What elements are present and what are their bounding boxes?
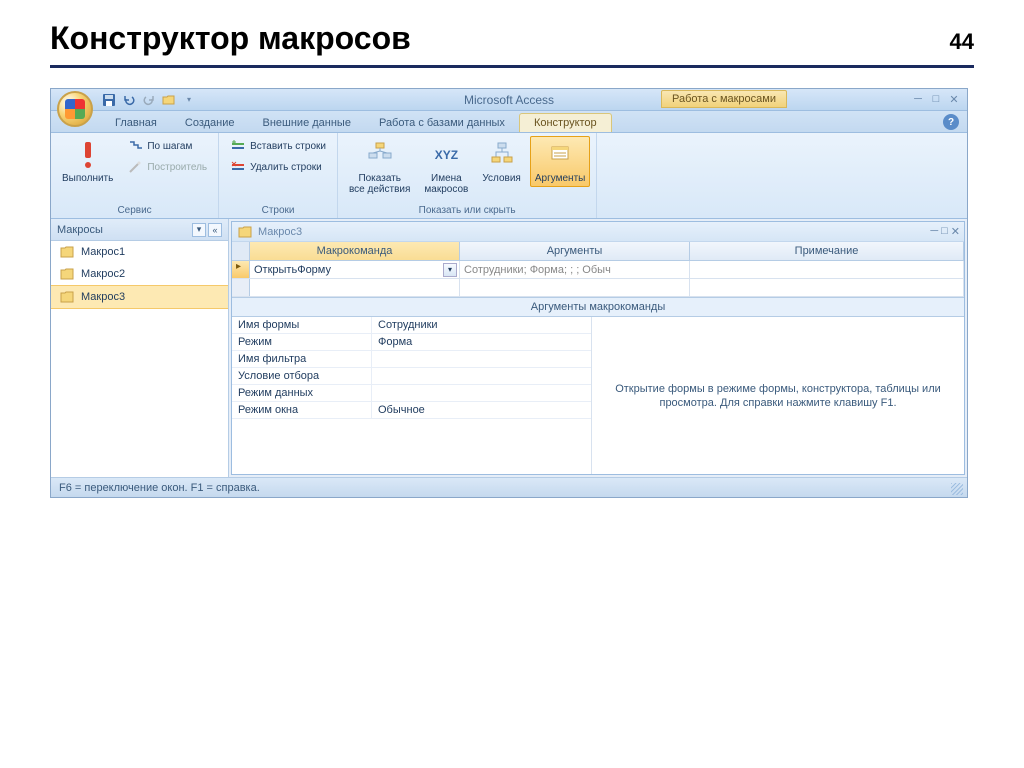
macro-icon [238,225,252,239]
slide-header: Конструктор макросов 44 [50,20,974,68]
ribbon: Выполнить По шагам Построитель Сервис [51,133,967,219]
arg-row: Режим окнаОбычное [232,402,591,419]
app-title: Microsoft Access [464,93,554,107]
help-button[interactable]: ? [943,114,959,130]
macro-names-button[interactable]: XYZ Имена макросов [419,136,473,198]
insert-rows-button[interactable]: Вставить строки [225,136,331,156]
nav-item-macro1[interactable]: Макрос1 [51,241,228,263]
macro-designer-window: Макрос3 ─ □ ✕ Макрокоманда Аргументы При… [231,221,965,475]
quick-access-toolbar: ▾ [101,92,197,108]
action-cell[interactable]: ОткрытьФорму ▾ [250,261,460,278]
comment-cell[interactable] [690,261,964,278]
builder-button[interactable]: Построитель [122,157,212,177]
nav-item-macro3[interactable]: Макрос3 [51,285,228,309]
arg-row: Имя формыСотрудники [232,317,591,334]
step-button[interactable]: По шагам [122,136,212,156]
grid-row-empty[interactable] [232,279,964,297]
tab-home[interactable]: Главная [101,114,171,132]
grid-header: Макрокоманда Аргументы Примечание [232,242,964,261]
group-service: Выполнить По шагам Построитель Сервис [51,133,219,218]
macro-icon [59,289,75,305]
args-body: Имя формыСотрудники РежимФорма Имя фильт… [232,317,964,474]
titlebar: ▾ Microsoft Access Работа с макросами ─ … [51,89,967,111]
navigation-pane: Макросы ▾ « Макрос1 Макрос2 [51,219,229,477]
doc-maximize-button[interactable]: □ [941,225,948,238]
col-arguments[interactable]: Аргументы [460,242,690,260]
resize-grip-icon[interactable] [951,483,963,495]
open-icon[interactable] [161,92,177,108]
doc-close-button[interactable]: ✕ [951,225,960,238]
args-section-title: Аргументы макрокоманды [232,297,964,317]
work-area: Макросы ▾ « Макрос1 Макрос2 [51,219,967,477]
statusbar: F6 = переключение окон. F1 = справка. [51,477,967,497]
qat-dropdown-icon[interactable]: ▾ [181,92,197,108]
show-all-actions-button[interactable]: Показать все действия [344,136,415,198]
arguments-icon [544,139,576,171]
arg-row: Имя фильтра [232,351,591,368]
delete-row-icon [230,159,246,175]
arg-row: РежимФорма [232,334,591,351]
macro-icon [59,244,75,260]
condition-icon [486,139,518,171]
row-selector[interactable] [232,279,250,296]
doc-titlebar: Макрос3 ─ □ ✕ [232,222,964,242]
run-button[interactable]: Выполнить [57,136,118,187]
insert-row-icon [230,138,246,154]
access-window: ▾ Microsoft Access Работа с макросами ─ … [50,88,968,498]
tab-designer[interactable]: Конструктор [519,113,612,132]
ribbon-tabs: Главная Создание Внешние данные Работа с… [51,111,967,133]
grid-row[interactable]: ОткрытьФорму ▾ Сотрудники; Форма; ; ; Об… [232,261,964,279]
conditions-button[interactable]: Условия [477,136,526,187]
context-tab-title: Работа с макросами [661,90,787,108]
delete-rows-button[interactable]: Удалить строки [225,157,331,177]
arg-row: Условие отбора [232,368,591,385]
exclaim-icon [72,139,104,171]
wand-icon [127,159,143,175]
row-selector-header[interactable] [232,242,250,260]
nav-list: Макрос1 Макрос2 Макрос3 [51,241,228,477]
group-show-hide: Показать все действия XYZ Имена макросов… [338,133,597,218]
arguments-button[interactable]: Аргументы [530,136,591,187]
save-icon[interactable] [101,92,117,108]
doc-minimize-button[interactable]: ─ [930,225,938,238]
tab-database-tools[interactable]: Работа с базами данных [365,114,519,132]
tab-create[interactable]: Создание [171,114,249,132]
minimize-button[interactable]: ─ [911,93,925,106]
col-action[interactable]: Макрокоманда [250,242,460,260]
nav-item-macro2[interactable]: Макрос2 [51,263,228,285]
dropdown-icon[interactable]: ▾ [443,263,457,277]
xyz-icon: XYZ [430,139,462,171]
row-selector[interactable] [232,261,250,278]
flowchart-icon [364,139,396,171]
step-icon [127,138,143,154]
redo-icon[interactable] [141,92,157,108]
macro-icon [59,266,75,282]
window-controls: ─ □ ✕ [911,93,961,106]
tab-external-data[interactable]: Внешние данные [249,114,365,132]
args-help-text: Открытие формы в режиме формы, конструкт… [592,317,964,474]
col-comment[interactable]: Примечание [690,242,964,260]
nav-collapse-icon[interactable]: « [208,223,222,237]
args-preview-cell: Сотрудники; Форма; ; ; Обыч [460,261,690,278]
maximize-button[interactable]: □ [929,93,943,106]
office-button[interactable] [57,91,93,127]
nav-header[interactable]: Макросы ▾ « [51,219,228,241]
nav-dropdown-icon[interactable]: ▾ [192,223,206,237]
slide-title: Конструктор макросов [50,20,411,57]
undo-icon[interactable] [121,92,137,108]
arg-row: Режим данных [232,385,591,402]
slide-number: 44 [950,29,974,55]
group-rows: Вставить строки Удалить строки Строки [219,133,338,218]
close-button[interactable]: ✕ [947,93,961,106]
document-area: Макрос3 ─ □ ✕ Макрокоманда Аргументы При… [229,219,967,477]
args-table: Имя формыСотрудники РежимФорма Имя фильт… [232,317,592,474]
